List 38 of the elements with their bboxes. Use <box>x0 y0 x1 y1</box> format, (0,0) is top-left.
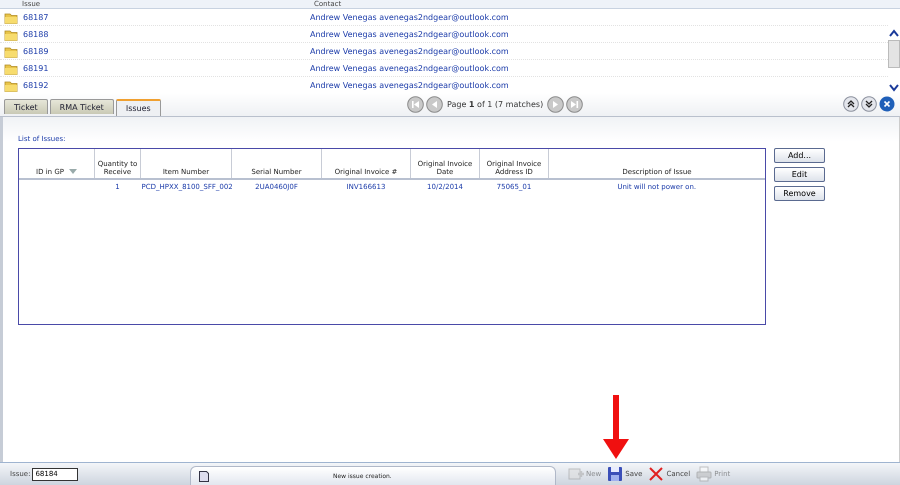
issue-link[interactable]: 68188 <box>18 30 310 38</box>
last-page-icon[interactable] <box>566 96 584 112</box>
printer-icon <box>696 466 712 482</box>
first-page-icon[interactable] <box>407 96 424 112</box>
scroll-up-icon[interactable] <box>889 29 899 37</box>
tab[interactable]: Ticket <box>4 99 48 114</box>
previous-page-icon[interactable] <box>426 96 443 112</box>
sort-icon <box>68 169 77 174</box>
tab[interactable]: RMA Ticket <box>50 99 114 114</box>
contact-link[interactable]: Andrew Venegas avenegas2ndgear@outlook.com <box>310 64 888 72</box>
action-button[interactable]: Add... <box>774 148 825 163</box>
scroll-down-icon[interactable] <box>889 84 899 92</box>
close-icon[interactable] <box>879 96 895 112</box>
issue-link[interactable]: 68189 <box>18 46 310 56</box>
folder-icon <box>4 10 18 24</box>
issue-link[interactable]: 68192 <box>18 80 310 90</box>
issue-link[interactable]: 68187 <box>18 12 310 22</box>
expand-down-icon[interactable] <box>861 96 877 112</box>
document-icon <box>199 470 209 482</box>
collapse-up-icon[interactable] <box>843 96 859 112</box>
contact-link[interactable]: Andrew Venegas avenegas2ndgear@outlook.com <box>310 46 888 56</box>
folder-icon <box>4 44 18 58</box>
contact-link[interactable]: Andrew Venegas avenegas2ndgear@outlook.com <box>310 30 888 38</box>
issue-link[interactable]: 68191 <box>18 64 310 72</box>
folder-icon <box>4 78 18 92</box>
folder-icon <box>4 28 18 40</box>
action-button[interactable]: Edit <box>774 167 825 182</box>
scrollbar-thumb[interactable] <box>888 40 900 68</box>
folder-plus-icon <box>568 466 584 482</box>
action-button[interactable]: Remove <box>774 186 825 201</box>
contact-link[interactable]: Andrew Venegas avenegas2ndgear@outlook.com <box>310 80 888 90</box>
folder-icon <box>4 62 18 74</box>
tab[interactable]: Issues <box>116 99 161 116</box>
contact-link[interactable]: Andrew Venegas avenegas2ndgear@outlook.com <box>310 12 888 22</box>
next-page-icon[interactable] <box>547 96 564 112</box>
page-info: Page 1 of 1 (7 matches) <box>446 100 544 108</box>
arrow-annotation <box>603 395 629 459</box>
cross-icon <box>648 466 664 482</box>
